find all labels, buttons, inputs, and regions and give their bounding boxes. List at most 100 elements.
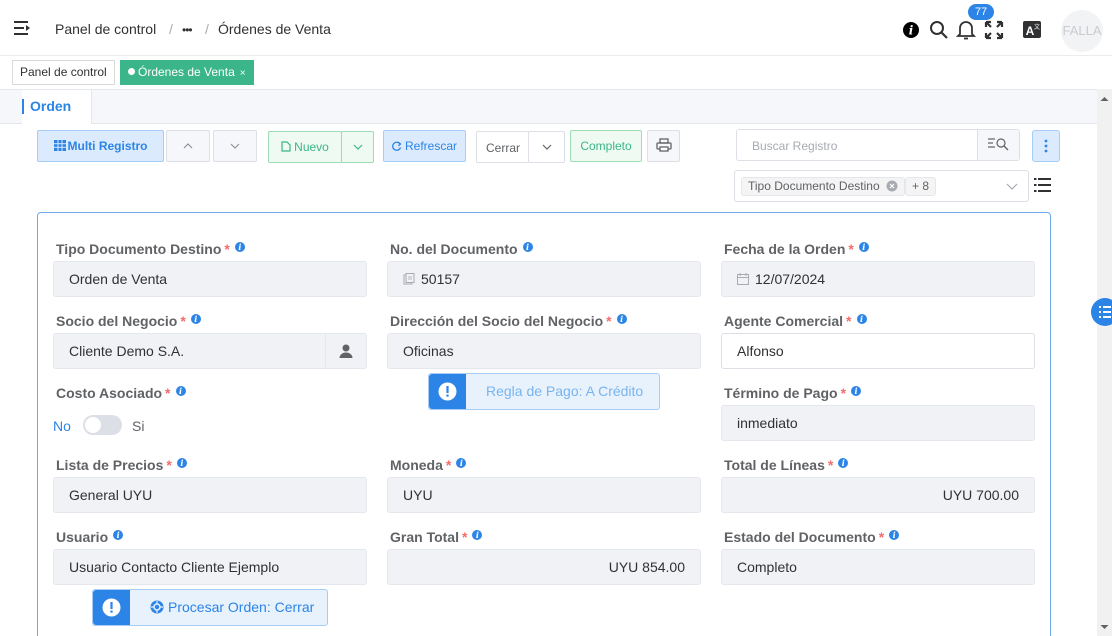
termino-pago-field[interactable]: inmediato: [721, 405, 1035, 441]
avatar[interactable]: FALLA: [1061, 10, 1103, 52]
info-icon[interactable]: i: [856, 314, 867, 324]
kebab-icon: [1044, 139, 1048, 153]
tag-panel-de-control[interactable]: Panel de control: [12, 60, 115, 85]
field-label-gran-total: Gran Total * i: [390, 529, 483, 545]
usuario-field[interactable]: Usuario Contacto Cliente Ejemplo: [53, 549, 367, 585]
previous-record-button[interactable]: [166, 130, 210, 162]
direccion-socio-field[interactable]: Oficinas: [387, 333, 701, 369]
printer-icon: [655, 138, 672, 152]
tipo-documento-field[interactable]: Orden de Venta: [53, 261, 367, 297]
info-icon[interactable]: i: [113, 530, 124, 540]
info-icon[interactable]: i: [858, 242, 869, 252]
search-button[interactable]: [977, 130, 1019, 160]
scroll-down-icon[interactable]: [1097, 621, 1112, 633]
fecha-orden-field[interactable]: 12/07/2024: [721, 261, 1035, 297]
fullscreen-icon[interactable]: [984, 18, 1004, 40]
user-icon: [339, 344, 353, 358]
info-icon[interactable]: i: [616, 314, 627, 324]
print-button[interactable]: [647, 130, 680, 162]
nuevo-dropdown-button[interactable]: [341, 131, 374, 163]
more-options-button[interactable]: [1032, 130, 1060, 162]
refresh-icon: [392, 141, 402, 151]
next-record-button[interactable]: [213, 130, 257, 162]
total-lineas-field[interactable]: UYU 700.00: [721, 477, 1035, 513]
search-placeholder: Buscar Registro: [752, 139, 838, 153]
filter-chip: Tipo Documento Destino: [741, 177, 905, 196]
info-icon[interactable]: i: [889, 530, 900, 540]
toggle-off-label: No: [53, 418, 71, 434]
scrollbar[interactable]: [1097, 89, 1112, 636]
search-input[interactable]: Buscar Registro: [736, 129, 1020, 161]
agente-comercial-field[interactable]: Alfonso: [721, 333, 1035, 369]
info-icon[interactable]: i: [175, 386, 186, 396]
field-filter-select[interactable]: Tipo Documento Destino + 8: [734, 170, 1029, 202]
hamburger-icon[interactable]: [12, 20, 32, 36]
info-icon[interactable]: i: [472, 530, 483, 540]
field-panel-toggle-button[interactable]: [1091, 298, 1112, 326]
info-icon[interactable]: i: [901, 18, 921, 40]
search-partner-button[interactable]: [325, 334, 366, 368]
nuevo-button[interactable]: Nuevo: [268, 131, 342, 163]
multi-registro-button[interactable]: Multi Registro: [37, 130, 164, 162]
chevron-down-icon: [1006, 183, 1018, 190]
field-label-lista-precios: Lista de Precios * i: [56, 457, 187, 473]
info-icon[interactable]: i: [190, 314, 201, 324]
close-icon[interactable]: ×: [240, 68, 246, 79]
gran-total-field[interactable]: UYU 854.00: [387, 549, 701, 585]
info-icon[interactable]: i: [456, 458, 467, 468]
field-list-icon[interactable]: [1034, 177, 1051, 193]
close-icon[interactable]: [886, 180, 898, 192]
procesar-orden-button[interactable]: Procesar Orden: Cerrar: [92, 589, 328, 626]
costo-asociado-toggle[interactable]: [83, 415, 122, 435]
info-icon[interactable]: i: [522, 242, 533, 252]
scroll-up-icon[interactable]: [1097, 93, 1112, 105]
info-icon[interactable]: i: [234, 242, 245, 252]
field-label-no-documento: No. del Documento i: [390, 241, 533, 257]
field-label-termino-pago: Término de Pago * i: [724, 385, 862, 401]
chevron-down-icon: [230, 143, 240, 149]
field-label-direccion-socio: Dirección del Socio del Negocio * i: [390, 313, 627, 329]
breadcrumb-ellipsis[interactable]: •••: [182, 23, 193, 37]
tab-strip: [0, 89, 1097, 124]
cerrar-dropdown-button[interactable]: [528, 131, 565, 163]
breadcrumb-separator: /: [205, 21, 209, 37]
no-documento-field[interactable]: 50157: [387, 261, 701, 297]
field-label-agente-comercial: Agente Comercial * i: [724, 313, 867, 329]
tab-label: Orden: [30, 98, 72, 114]
search-icon[interactable]: [929, 18, 949, 40]
process-icon: [150, 600, 164, 614]
list-icon: [1099, 306, 1111, 318]
completo-button[interactable]: Completo: [570, 130, 642, 162]
button-label: Procesar Orden: Cerrar: [168, 599, 315, 615]
cerrar-button[interactable]: Cerrar: [476, 131, 529, 163]
tag-ordenes-de-venta[interactable]: Órdenes de Venta ×: [120, 60, 254, 85]
bell-icon[interactable]: [955, 18, 977, 40]
tag-label: Órdenes de Venta: [138, 65, 235, 79]
tab-orden[interactable]: Orden: [22, 90, 92, 124]
alert-icon: [93, 590, 130, 625]
socio-negocio-field[interactable]: Cliente Demo S.A.: [53, 333, 367, 369]
breadcrumb-home[interactable]: Panel de control: [55, 21, 156, 37]
info-icon[interactable]: i: [851, 386, 862, 396]
info-icon[interactable]: i: [176, 458, 187, 468]
lista-precios-field[interactable]: General UYU: [53, 477, 367, 513]
translate-icon[interactable]: A 文: [1022, 18, 1042, 40]
search-list-icon: [988, 138, 1009, 151]
info-icon[interactable]: i: [838, 458, 849, 468]
moneda-field[interactable]: UYU: [387, 477, 701, 513]
grid-icon: [53, 140, 66, 151]
svg-text:文: 文: [1034, 23, 1040, 31]
notice-text: Regla de Pago: A Crédito: [486, 383, 644, 399]
button-label: Cerrar: [485, 141, 520, 155]
refrescar-button[interactable]: Refrescar: [383, 130, 466, 162]
document-icon: [403, 273, 415, 285]
alert-icon: [429, 374, 466, 409]
button-label: Nuevo: [294, 140, 329, 154]
breadcrumb-separator: /: [169, 21, 173, 37]
calendar-icon: [737, 273, 749, 285]
estado-documento-field[interactable]: Completo: [721, 549, 1035, 585]
field-label-fecha-orden: Fecha de la Orden * i: [724, 241, 869, 257]
new-document-icon: [281, 141, 291, 152]
field-label-total-lineas: Total de Líneas * i: [724, 457, 849, 473]
field-label-tipo-documento: Tipo Documento Destino * i: [56, 241, 245, 257]
